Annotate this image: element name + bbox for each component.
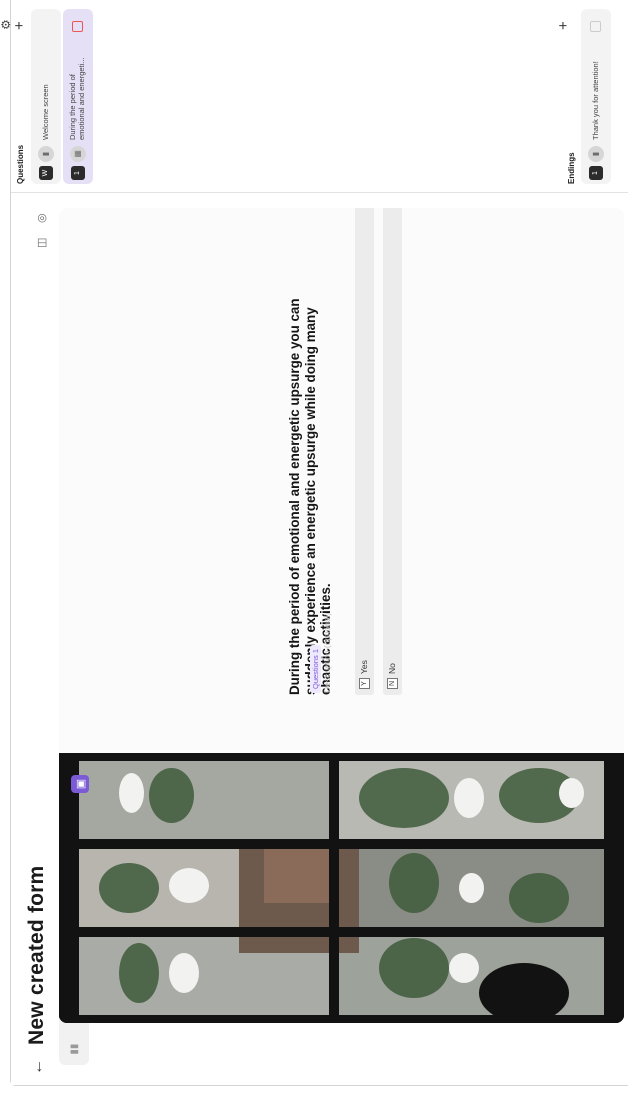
- endings-heading: Endings: [567, 152, 576, 184]
- choice-key: N: [387, 678, 398, 689]
- arrow-back-icon[interactable]: ←: [29, 1059, 47, 1075]
- item-label: Welcome screen: [41, 84, 50, 140]
- item-number: 1: [71, 166, 85, 180]
- gear-icon[interactable]: ⚙: [0, 19, 13, 30]
- page-title: New created form: [25, 865, 48, 1045]
- right-panel: Questions + ⚙ W ▮ Welcome screen 1 ▦ Dur…: [0, 0, 628, 193]
- app-window: ← New created form ▮▮ ▤ ▦ ▩ ▧ ▣ ■ ◫ ◎: [0, 0, 628, 1086]
- list-item-question-1[interactable]: 1 ▦ During the period of emotional and e…: [63, 9, 93, 184]
- grid-icon: ▦: [70, 146, 86, 162]
- image-settings-icon[interactable]: ▣: [71, 775, 89, 793]
- delete-icon[interactable]: [72, 21, 83, 32]
- snowy-window-image: ▣: [59, 753, 624, 1023]
- choice-no[interactable]: N No: [383, 208, 402, 695]
- choice-key: Y: [359, 678, 370, 689]
- delete-icon[interactable]: [590, 21, 601, 32]
- layout-toggle-icon[interactable]: ◫: [35, 238, 48, 248]
- globe-icon[interactable]: ◎: [35, 213, 48, 223]
- choice-yes[interactable]: Y Yes: [355, 208, 374, 695]
- questions-heading: Questions: [16, 144, 25, 184]
- choice-label: Yes: [359, 660, 369, 674]
- rotated-stage: ← New created form ▮▮ ▤ ▦ ▩ ▧ ▣ ■ ◫ ◎: [0, 0, 628, 1085]
- choice-label: No: [387, 663, 397, 674]
- add-question-button[interactable]: +: [11, 21, 28, 30]
- item-label: Thank you for attention!: [591, 61, 600, 140]
- chart-icon: ▮: [588, 146, 604, 162]
- item-label: During the period of emotional and energ…: [68, 57, 86, 140]
- chart-icon[interactable]: ▮▮: [59, 1033, 89, 1065]
- list-item-ending[interactable]: 1 ▮ Thank you for attention!: [581, 9, 611, 184]
- item-number: 1: [589, 166, 603, 180]
- item-number: W: [39, 166, 53, 180]
- add-ending-button[interactable]: +: [555, 21, 572, 30]
- question-tag: Questions 1: [310, 644, 321, 693]
- list-item-welcome[interactable]: W ▮ Welcome screen: [31, 9, 61, 184]
- description-input[interactable]: Description (optional): [322, 613, 332, 693]
- chart-icon: ▮: [38, 146, 54, 162]
- form-canvas: ▣ During the period of emotional and ene…: [59, 208, 624, 1023]
